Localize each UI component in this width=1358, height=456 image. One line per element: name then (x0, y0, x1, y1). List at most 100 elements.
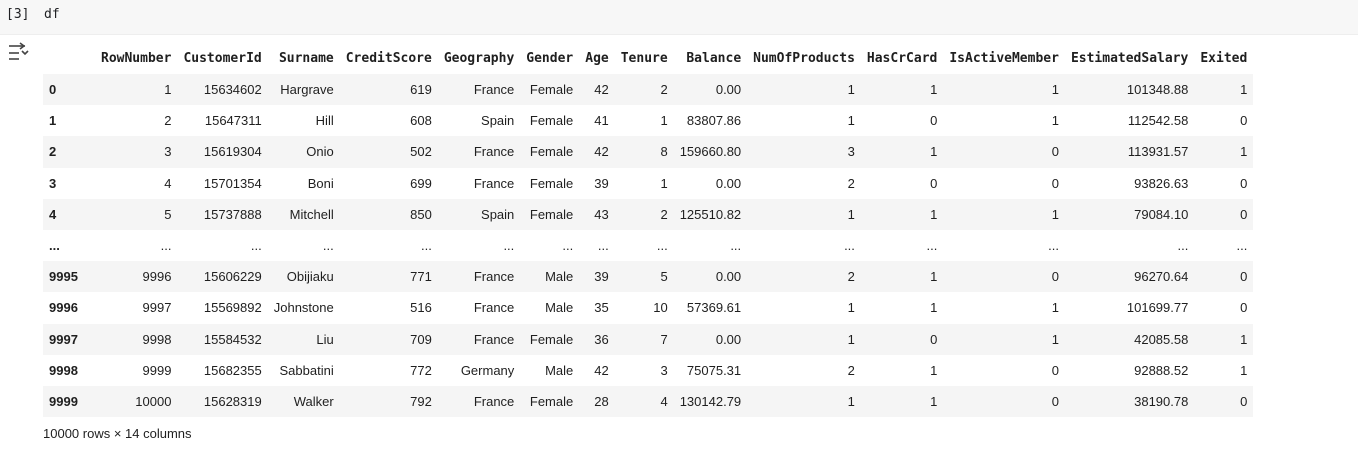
table-cell: Female (529, 393, 574, 409)
table-row: 9996 9997 15569892 Johnstone 516 France Male 35… (43, 292, 1254, 324)
table-cell: 1 (1051, 113, 1059, 129)
table-cell: 101699.77 (1126, 300, 1189, 316)
table-cell: ... (322, 238, 334, 254)
table-cell: Johnstone (273, 300, 334, 316)
table-cell: 1 (164, 82, 172, 98)
table-cell: 516 (410, 300, 432, 316)
column-header: EstimatedSalary (1070, 50, 1189, 66)
column-header: Gender (526, 50, 574, 66)
column-header: Age (585, 50, 609, 66)
table-cell: 92888.52 (1134, 362, 1189, 378)
table-cell: 0 (1240, 206, 1248, 222)
index-header (43, 42, 95, 74)
table-cell: 10000 (135, 393, 172, 409)
table-cell: 2 (164, 113, 172, 129)
table-row: 0 1 15634602 Hargrave 619 France Female 42 2 0.00… (43, 74, 1254, 106)
table-cell: ... (1048, 238, 1059, 254)
table-cell: 1 (660, 113, 668, 129)
table-cell: 15569892 (203, 300, 262, 316)
table-cell: 57369.61 (686, 300, 742, 316)
table-row: 1 2 15647311 Hill 608 Spain Female 41 1 83807.86 1… (43, 105, 1254, 137)
table-cell: 1 (930, 300, 938, 316)
table-cell: 9996 (142, 269, 172, 285)
table-cell: 3 (660, 362, 668, 378)
table-cell: 792 (410, 393, 432, 409)
table-cell: ... (160, 238, 172, 254)
execution-count: [3] (6, 7, 30, 22)
table-cell: 2 (660, 82, 668, 98)
table-cell: 1 (1051, 300, 1059, 316)
column-header: RowNumber (101, 50, 172, 66)
table-cell: 0 (930, 175, 938, 191)
table-cell: France (473, 144, 515, 160)
row-index: 0 (49, 82, 57, 98)
table-cell: ... (656, 238, 668, 254)
column-header: Exited (1200, 50, 1248, 66)
table-cell: Male (545, 269, 574, 285)
table-cell: 608 (410, 113, 432, 129)
table-cell: 1 (847, 300, 855, 316)
table-cell: 772 (410, 362, 432, 378)
table-cell: ... (503, 238, 515, 254)
table-cell: 112542.58 (1127, 113, 1189, 129)
table-cell: Hargrave (280, 82, 334, 98)
table-cell: 9997 (142, 300, 172, 316)
table-cell: 0 (1051, 269, 1059, 285)
table-cell: 1 (930, 82, 938, 98)
table-cell: 3 (164, 144, 172, 160)
table-cell: 771 (410, 269, 432, 285)
output-options-icon[interactable] (8, 42, 30, 62)
table-cell: 0 (1240, 393, 1248, 409)
table-cell: Female (529, 144, 574, 160)
table-cell: Male (545, 362, 574, 378)
table-cell: 15737888 (203, 206, 262, 222)
table-row: 3 4 15701354 Boni 699 France Female 39 1 0.00 2 0 0 9… (43, 167, 1254, 199)
table-cell: ... (250, 238, 262, 254)
table-cell: 75075.31 (686, 362, 742, 378)
code-cell[interactable]: [3] df (0, 0, 1358, 35)
table-cell: 2 (660, 206, 668, 222)
table-cell: 0 (1240, 175, 1248, 191)
table-cell: 125510.82 (679, 206, 742, 222)
table-cell: 1 (1240, 331, 1248, 347)
table-cell: Liu (316, 331, 334, 347)
table-cell: 0 (930, 331, 938, 347)
table-cell: France (473, 82, 515, 98)
table-cell: 1 (847, 113, 855, 129)
table-cell: 4 (660, 393, 668, 409)
table-cell: ... (562, 238, 574, 254)
row-index: 4 (49, 206, 57, 222)
table-cell: 0 (930, 113, 938, 129)
row-index: 9995 (49, 269, 78, 285)
table-cell: 0 (1240, 269, 1248, 285)
table-cell: 130142.79 (679, 393, 742, 409)
table-row: 9997 9998 15584532 Liu 709 France Female 36 7 0.0… (43, 323, 1254, 355)
table-cell: 1 (847, 82, 855, 98)
table-cell: 10 (653, 300, 668, 316)
column-header: Balance (686, 50, 742, 66)
code-input[interactable]: df (44, 7, 60, 22)
column-header: NumOfProducts (753, 50, 855, 66)
table-cell: 83807.86 (686, 113, 742, 129)
table-cell: ... (926, 238, 938, 254)
table-cell: 36 (594, 331, 609, 347)
table-cell: France (473, 175, 515, 191)
table-summary: 10000 rows × 14 columns (43, 426, 192, 441)
table-cell: 42085.58 (1134, 331, 1189, 347)
table-cell: 1 (847, 206, 855, 222)
table-cell: 35 (594, 300, 609, 316)
table-cell: France (473, 269, 515, 285)
table-cell: ... (730, 238, 742, 254)
table-cell: 15682355 (203, 362, 262, 378)
table-row: 9999 10000 15628319 Walker 792 France Female 28… (43, 385, 1254, 418)
table-cell: 15619304 (203, 144, 262, 160)
row-index: 9996 (49, 300, 78, 316)
table-cell: 0.00 (715, 331, 742, 347)
table-cell: 42 (594, 362, 609, 378)
dataframe-table: RowNumber CustomerId Surname CreditScore Geo… (43, 42, 1254, 418)
table-cell: 39 (594, 175, 609, 191)
table-cell: 1 (930, 144, 938, 160)
table-cell: Onio (306, 144, 334, 160)
table-cell: 41 (594, 113, 609, 129)
table-cell: 1 (930, 206, 938, 222)
